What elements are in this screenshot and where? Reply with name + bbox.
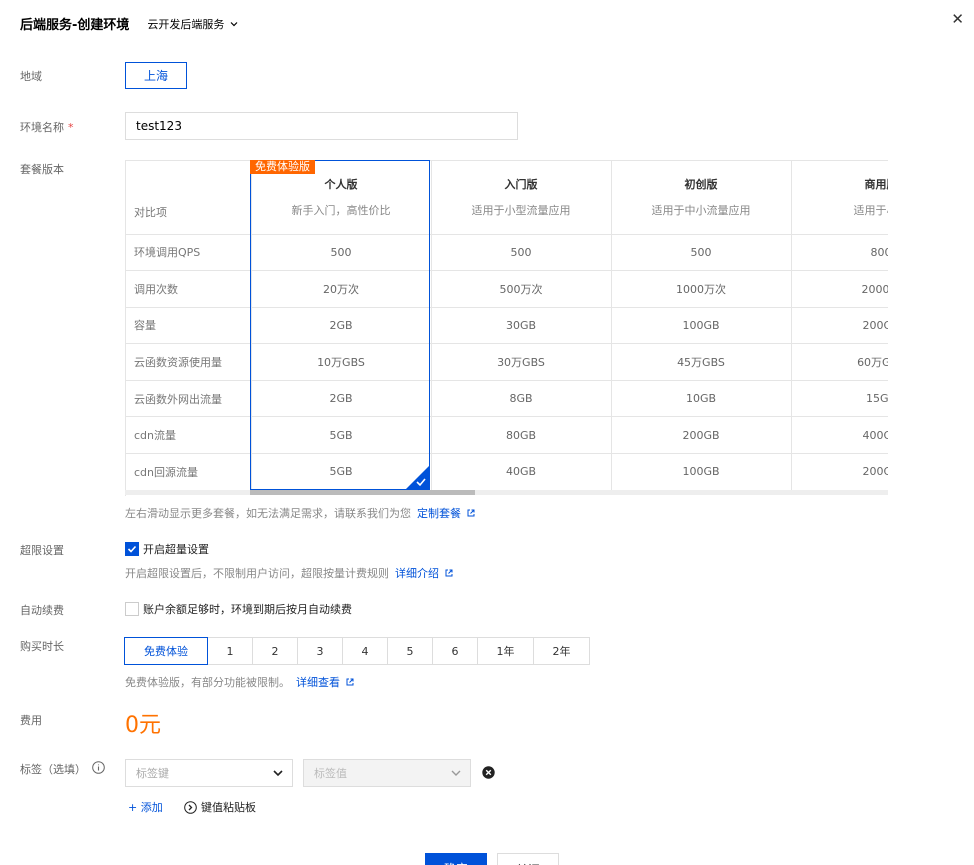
env-name-input[interactable]: test123 [125, 112, 518, 140]
chevron-down-icon [273, 770, 283, 777]
duration-option-2[interactable]: 2 [252, 637, 298, 665]
tag-value-select: 标签值 [303, 759, 471, 787]
duration-option-4[interactable]: 4 [342, 637, 388, 665]
external-link-icon [467, 509, 475, 517]
table-row: 容量2GB30GB100GB200GB [126, 307, 888, 345]
overlimit-detail-link[interactable]: 详细介绍 [395, 565, 439, 581]
region-option-shanghai[interactable]: 上海 [125, 62, 187, 89]
duration-option-1y[interactable]: 1年 [477, 637, 534, 665]
external-link-icon [346, 678, 354, 686]
duration-option-5[interactable]: 5 [387, 637, 433, 665]
compare-header: 对比项 [126, 161, 252, 235]
plan-column-commercial[interactable]: 商用版适用于小型 [791, 161, 888, 235]
duration-selector: 免费体验 1 2 3 4 5 6 1年 2年 [124, 637, 590, 665]
close-icon[interactable]: ✕ [951, 10, 964, 28]
service-label: 云开发后端服务 [147, 17, 225, 31]
region-label: 地域 [20, 70, 42, 83]
duration-option-1[interactable]: 1 [207, 637, 253, 665]
overlimit-label: 超限设置 [20, 544, 64, 557]
required-marker: * [68, 121, 74, 134]
table-row: 调用次数20万次500万次1000万次2000万 [126, 270, 888, 308]
cancel-button[interactable]: 关闭 [497, 853, 559, 865]
overlimit-checkbox[interactable] [125, 542, 139, 556]
circle-arrow-icon [184, 800, 197, 814]
plan-column-startup[interactable]: 初创版 适用于中小流量应用 [611, 161, 792, 235]
duration-option-6[interactable]: 6 [432, 637, 478, 665]
scroll-thumb[interactable] [250, 490, 475, 495]
plan-label: 套餐版本 [20, 163, 64, 176]
table-row: cdn流量5GB80GB200GB400GB [126, 416, 888, 455]
plan-comparison-table: 对比项 个人版 新手入门，高性价比 入门版 适用于小型流量应用 初创版 适用于中小流量… [126, 161, 888, 491]
tag-key-select[interactable]: 标签键 [125, 759, 293, 787]
plan-hint: 左右滑动显示更多套餐，如无法满足需求，请联系我们为您 定制套餐 [125, 505, 475, 521]
service-dropdown[interactable]: 云开发后端服务 [147, 16, 239, 32]
duration-label: 购买时长 [20, 640, 64, 653]
table-row: 云函数资源使用量10万GBS30万GBS45万GBS60万GBS [126, 343, 888, 381]
confirm-button[interactable]: 确定 [425, 853, 487, 865]
custom-plan-link[interactable]: 定制套餐 [417, 505, 461, 521]
tags-label: 标签（选填） [20, 763, 86, 776]
autorenew-checkbox-label[interactable]: 账户余额足够时，环境到期后按月自动续费 [143, 601, 352, 617]
duration-option-free[interactable]: 免费体验 [124, 637, 208, 665]
overlimit-hint: 开启超限设置后，不限制用户访问，超限按量计费规则 详细介绍 [125, 565, 453, 581]
duration-option-3[interactable]: 3 [297, 637, 343, 665]
check-icon [127, 545, 137, 553]
table-row: 环境调用QPS500500500800 [126, 234, 888, 272]
table-row: 云函数外网出流量2GB8GB10GB15GB [126, 380, 888, 418]
plan-table-container[interactable]: 对比项 个人版 新手入门，高性价比 入门版 适用于小型流量应用 初创版 适用于中小流量… [125, 160, 888, 496]
dialog-title: 后端服务-创建环境 [20, 18, 130, 33]
duration-hint: 免费体验版，有部分功能被限制。 详细查看 [125, 674, 354, 690]
env-name-label: 环境名称 * [20, 121, 74, 134]
chevron-down-icon [230, 21, 238, 26]
table-row: cdn回源流量5GB40GB100GB200GB [126, 453, 888, 491]
add-tag-button[interactable]: + 添加 [128, 799, 163, 815]
kv-paste-button[interactable]: 键值粘贴板 [184, 799, 256, 815]
selected-check-icon [405, 465, 430, 490]
fee-label: 费用 [20, 714, 42, 727]
chevron-down-icon [451, 770, 461, 776]
plan-column-entry[interactable]: 入门版 适用于小型流量应用 [431, 161, 612, 235]
remove-tag-icon[interactable] [482, 766, 495, 779]
dialog-header: 后端服务-创建环境 云开发后端服务 [20, 14, 239, 33]
autorenew-checkbox[interactable] [125, 602, 139, 616]
info-icon[interactable] [92, 761, 105, 774]
autorenew-label: 自动续费 [20, 604, 64, 617]
external-link-icon [445, 569, 453, 577]
duration-option-2y[interactable]: 2年 [533, 637, 590, 665]
duration-detail-link[interactable]: 详细查看 [296, 674, 340, 690]
price-amount: 0元 [125, 713, 161, 738]
free-trial-badge: 免费体验版 [250, 160, 315, 174]
overlimit-checkbox-label[interactable]: 开启超量设置 [143, 541, 209, 557]
scroll-track[interactable] [125, 490, 888, 495]
